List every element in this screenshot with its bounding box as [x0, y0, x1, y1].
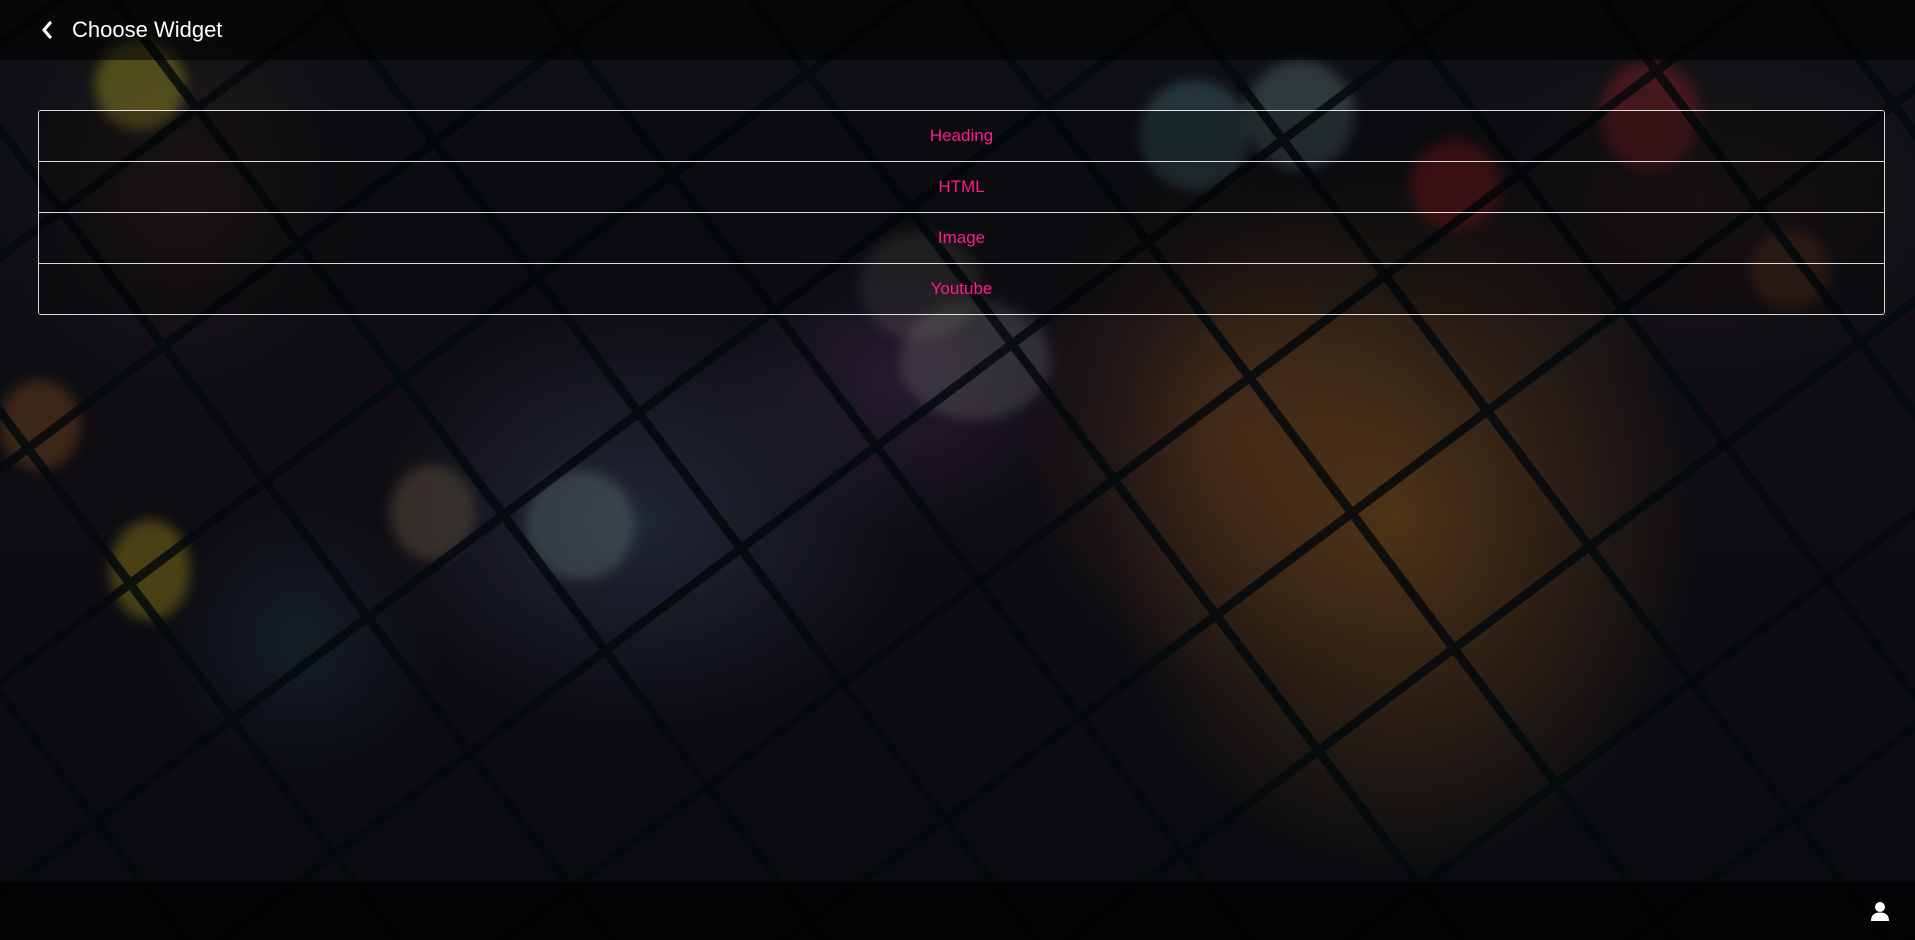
widget-list: Heading HTML Image Youtube — [38, 110, 1885, 315]
bottom-bar — [0, 882, 1915, 940]
widget-option-html[interactable]: HTML — [39, 161, 1884, 212]
widget-option-youtube[interactable]: Youtube — [39, 263, 1884, 314]
chevron-left-icon — [42, 21, 52, 39]
widget-option-image[interactable]: Image — [39, 212, 1884, 263]
back-button[interactable] — [32, 15, 62, 45]
page-title: Choose Widget — [72, 17, 223, 42]
user-icon — [1871, 902, 1889, 921]
top-bar: Choose Widget — [0, 0, 1915, 60]
user-button[interactable] — [1869, 900, 1891, 922]
widget-option-heading[interactable]: Heading — [39, 111, 1884, 161]
